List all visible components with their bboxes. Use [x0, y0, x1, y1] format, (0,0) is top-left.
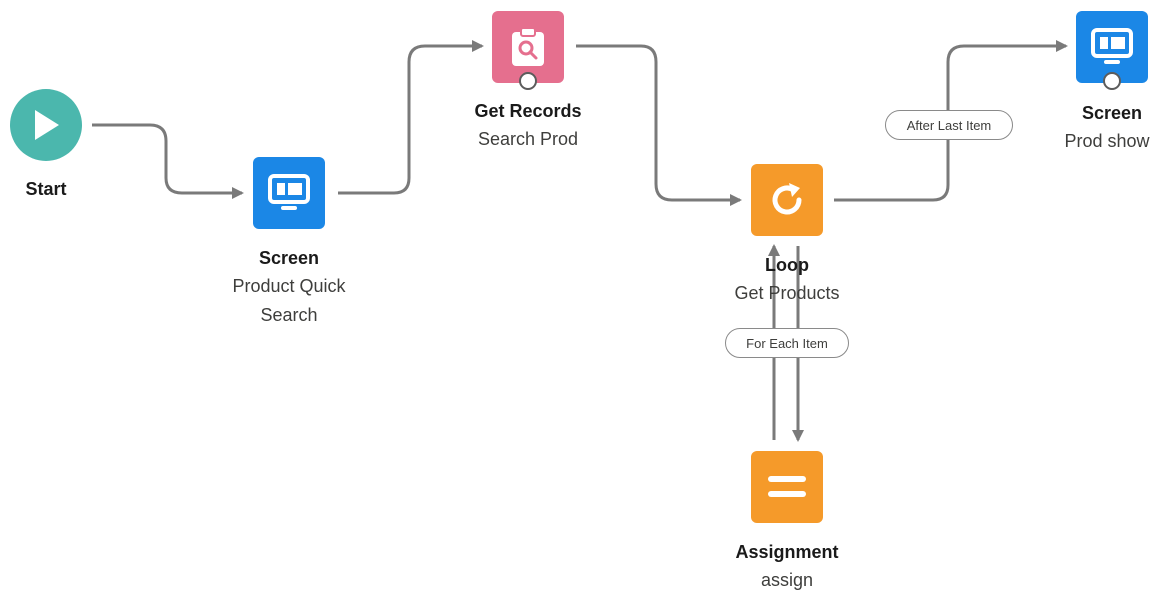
after-last-item-label[interactable]: After Last Item	[885, 110, 1013, 140]
screen2-subtitle: Prod show	[1064, 131, 1150, 151]
screen2-connector[interactable]	[1103, 72, 1121, 90]
loop-title: Loop	[765, 255, 809, 275]
start-circle[interactable]	[10, 89, 82, 161]
assignment-subtitle: assign	[760, 570, 814, 590]
get-records-title: Get Records	[474, 101, 582, 121]
equals-icon	[768, 476, 806, 497]
start-label: Start	[25, 179, 67, 199]
get-records-subtitle: Search Prod	[477, 129, 579, 149]
play-icon	[35, 110, 59, 140]
screen2-title: Screen	[1081, 103, 1143, 123]
screen-subtitle: Product Quick Search	[232, 276, 346, 325]
screen-icon	[1091, 28, 1133, 64]
flow-wires	[92, 40, 1068, 442]
flow-canvas: Start Screen Product Quick Search Get Re…	[0, 0, 1166, 593]
loop-subtitle: Get Products	[734, 283, 840, 303]
wire-start-to-screen	[92, 123, 244, 199]
for-each-item-label[interactable]: For Each Item	[725, 328, 849, 358]
assignment-tile[interactable]	[751, 451, 823, 523]
loop-tile[interactable]	[751, 164, 823, 236]
wire-screen-to-get-records	[338, 40, 484, 195]
screen-tile[interactable]	[253, 157, 325, 229]
loop-icon	[772, 183, 802, 215]
wire-get-records-to-loop	[576, 44, 742, 206]
screen-icon	[268, 174, 310, 210]
screen-title: Screen	[258, 248, 320, 268]
clipboard-search-icon	[512, 27, 544, 66]
assignment-title: Assignment	[735, 542, 839, 562]
get-records-connector[interactable]	[519, 72, 537, 90]
